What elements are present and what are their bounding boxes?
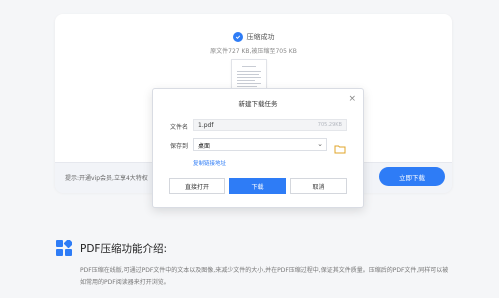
saveto-select[interactable]: 桌面 ⌄ bbox=[193, 138, 327, 151]
success-row: 压缩成功 bbox=[55, 32, 452, 42]
chevron-down-icon: ⌄ bbox=[317, 140, 323, 148]
new-download-dialog: 新建下载任务 × 文件名 1.pdf 705.29KB 保存到 桌面 ⌄ 复制链… bbox=[152, 88, 364, 208]
doc-line bbox=[237, 71, 261, 72]
saveto-label: 保存到 bbox=[170, 143, 189, 150]
vip-tip: 提示:开通vip会员,立享4大特权 bbox=[65, 175, 148, 182]
intro-text: PDF压缩在线版,可通过PDF文件中的文本以及图像,来减少文件的大小,并在PDF… bbox=[80, 267, 449, 286]
intro-title: PDF压缩功能介绍: bbox=[80, 243, 167, 255]
cancel-button[interactable]: 取消 bbox=[290, 178, 347, 194]
success-label: 压缩成功 bbox=[246, 33, 275, 41]
doc-line bbox=[242, 66, 256, 67]
close-icon[interactable]: × bbox=[348, 94, 356, 104]
size-info: 原文件727 KB,被压缩至705 KB bbox=[210, 48, 297, 55]
folder-icon[interactable] bbox=[334, 139, 346, 154]
doc-line bbox=[237, 74, 259, 75]
download-button[interactable]: 下载 bbox=[229, 178, 286, 194]
doc-line bbox=[237, 86, 257, 87]
filename-field[interactable]: 1.pdf 705.29KB bbox=[193, 119, 347, 131]
copy-link[interactable]: 复制链接地址 bbox=[193, 159, 226, 167]
check-circle-icon bbox=[232, 32, 243, 42]
download-now-button[interactable]: 立即下载 bbox=[379, 167, 445, 186]
open-directly-button[interactable]: 直接打开 bbox=[169, 178, 225, 194]
doc-line bbox=[237, 83, 261, 84]
filename-value: 1.pdf bbox=[198, 122, 214, 129]
saveto-value: 桌面 bbox=[198, 143, 211, 150]
doc-line bbox=[237, 77, 261, 78]
filename-label: 文件名 bbox=[170, 124, 189, 131]
dialog-title: 新建下载任务 bbox=[238, 100, 278, 108]
feature-grid-icon bbox=[56, 238, 74, 256]
filesize-value: 705.29KB bbox=[317, 122, 342, 128]
doc-line bbox=[237, 80, 255, 81]
